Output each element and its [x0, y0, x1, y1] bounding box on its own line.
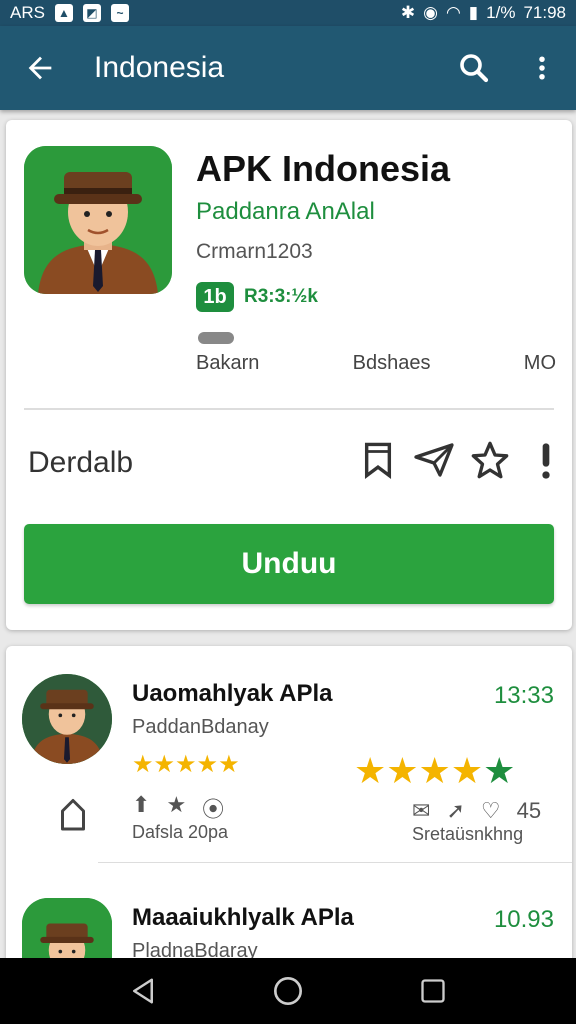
upload-button[interactable] [58, 796, 88, 837]
square-recents-icon [421, 979, 445, 1003]
rating-stars-large: ★★★★★ [354, 750, 516, 791]
nav-recents-button[interactable] [403, 961, 463, 1021]
overflow-menu-button[interactable] [508, 26, 576, 110]
mail-icon[interactable]: ✉ [412, 798, 430, 824]
send-icon [414, 443, 454, 477]
alarm-icon: ◉ [423, 3, 438, 22]
notification-icon: ◩ [82, 4, 101, 22]
list-item-subtitle: PaddanBdanay [132, 716, 269, 738]
stat-item: MO [523, 352, 556, 374]
download-button[interactable]: Unduu [24, 524, 554, 604]
favorite-button[interactable] [468, 438, 512, 482]
divider [24, 408, 554, 410]
more-vert-icon [539, 56, 545, 80]
list-item-actions: ⬆ ★ ⦿ [132, 792, 224, 824]
developer-link[interactable]: Paddanra AnAlal [196, 198, 375, 226]
list-item-caption-right: Sretaüsnkhng [412, 824, 524, 844]
pin-icon[interactable]: ⬆ [132, 792, 150, 824]
rating-value: R3:3:½k [244, 286, 318, 307]
share-button[interactable] [412, 438, 456, 482]
system-nav-bar [0, 958, 576, 1024]
app-icon [24, 146, 172, 294]
exclamation-icon [542, 443, 550, 479]
app-detail-card: APK Indonesia Paddanra AnAlal Crmarn1203… [6, 120, 572, 630]
details-label[interactable]: Derdalb [28, 446, 133, 480]
count-text: 45 [516, 798, 542, 823]
image-icon: ~ [110, 4, 129, 22]
search-icon [460, 54, 489, 83]
bookmark-icon [364, 442, 392, 479]
bookmark-button[interactable] [356, 438, 400, 482]
rating-row: 1b R3:3:½k [196, 282, 318, 312]
circle-home-icon [273, 977, 302, 1005]
app-bar: Indonesia [0, 26, 576, 110]
info-button[interactable] [524, 438, 568, 482]
list-item-stars: ★★★★★ [132, 751, 240, 778]
signal-icon: ▮ [468, 3, 479, 22]
list-item-caption: Dafsla 20pa [132, 822, 229, 842]
bluetooth-icon: ✱ [400, 3, 416, 22]
carrier-text: ARS [10, 3, 45, 22]
list-item-meta-icons: ✉ ➚ ♡ 45 [412, 798, 541, 824]
page-title: Indonesia [94, 51, 225, 84]
location-icon[interactable]: ⦿ [202, 792, 224, 824]
gallery-icon: ▲ [54, 4, 73, 22]
star-outline-icon [471, 441, 509, 479]
stat-item: Bdshaes [352, 352, 431, 374]
app-title: APK Indonesia [196, 148, 451, 189]
app-meta: Crmarn1203 [196, 240, 313, 263]
rating-badge: 1b [196, 282, 234, 312]
list-item-title[interactable]: Uaomahlyak APla [132, 680, 333, 708]
upload-icon [61, 799, 85, 831]
stats-row: Bakarn Bdshaes MO [196, 352, 556, 375]
clock-text: 71:98 [523, 3, 566, 22]
status-bar: ARS ▲ ◩ ~ ✱ ◉ ◠ ▮ 1/% 71:98 [0, 0, 576, 26]
arrow-icon[interactable]: ➚ [446, 798, 464, 824]
heart-icon[interactable]: ♡ [481, 798, 501, 824]
actions-row [356, 438, 568, 482]
list-item-time: 10.93 [493, 906, 554, 933]
list-item-icon [22, 674, 112, 764]
back-button[interactable] [0, 26, 80, 110]
wifi-icon: ◠ [445, 3, 461, 22]
list-divider [98, 862, 572, 863]
progress-pill [198, 332, 234, 344]
star-filled-icon[interactable]: ★ [166, 792, 186, 824]
triangle-back-icon [132, 978, 153, 1004]
battery-text: 1/% [486, 3, 516, 22]
list-item-title[interactable]: Maaaiukhlyalk APla [132, 904, 354, 932]
search-button[interactable] [440, 26, 508, 110]
nav-home-button[interactable] [258, 961, 318, 1021]
stat-item: Bakarn [196, 352, 260, 374]
list-item-time: 13:33 [493, 682, 554, 709]
arrow-left-icon [28, 56, 52, 80]
nav-back-button[interactable] [113, 961, 173, 1021]
